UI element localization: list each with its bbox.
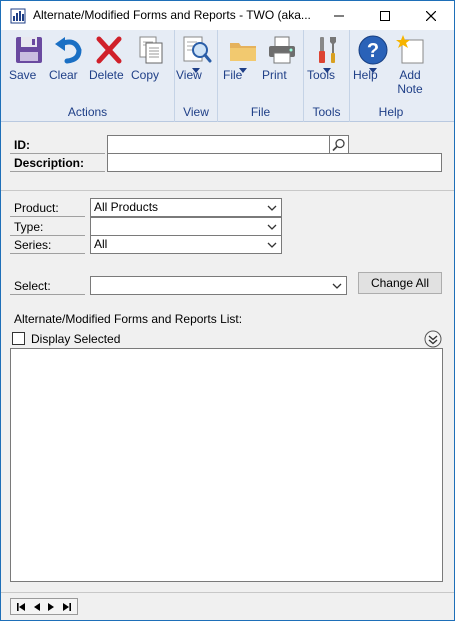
type-dropdown[interactable] [90,217,282,236]
ribbon-group-actions: Save Clear Delete Copy Actions [1,30,175,122]
type-label-underline [10,235,85,236]
copy-button[interactable]: Copy [131,34,171,82]
save-button[interactable]: Save [9,34,49,82]
maximize-icon [380,10,390,21]
expand-chevrons-icon [424,330,442,348]
window: Alternate/Modified Forms and Reports - T… [0,0,455,621]
lookup-magnifier-icon [332,138,345,151]
product-label-underline [10,216,85,217]
add-note-button[interactable]: Add Note [390,34,430,96]
file-button[interactable]: File [223,34,263,82]
description-input[interactable] [107,153,442,172]
window-title: Alternate/Modified Forms and Reports - T… [33,8,311,22]
display-selected-label: Display Selected [31,332,121,346]
select-label: Select: [14,279,51,293]
first-record-icon[interactable] [16,602,26,612]
select-label-underline [10,294,85,295]
clear-label: Clear [49,68,78,82]
id-lookup-button[interactable] [329,135,349,154]
maximize-button[interactable] [362,1,408,30]
series-dropdown[interactable]: All [90,235,282,254]
file-group-label: File [250,105,271,119]
ribbon-group-file: File Print File [218,30,304,122]
forms-reports-list[interactable] [10,348,443,582]
chevron-down-icon [267,224,277,230]
clear-button[interactable]: Clear [49,34,89,82]
minimize-button[interactable] [316,1,362,30]
description-label-underline [10,171,105,172]
ribbon: Save Clear Delete Copy Actions View View… [1,30,454,122]
type-label: Type: [14,220,44,234]
view-label: View [176,68,202,82]
delete-x-icon [96,36,122,64]
chevron-down-icon [267,242,277,248]
section-separator [1,190,454,191]
view-button[interactable]: View [176,34,216,82]
file-label: File [223,68,243,82]
record-navigation [10,598,78,615]
series-label-underline [10,253,85,254]
previous-record-icon[interactable] [33,602,41,612]
help-group-label: Help [378,105,404,119]
add-note-label: Add Note [397,68,423,96]
view-group-label: View [183,105,209,119]
magnifier-document-icon [183,36,212,63]
next-record-icon[interactable] [47,602,55,612]
save-icon [16,37,42,63]
id-label-underline [10,153,105,154]
copy-label: Copy [131,68,160,82]
last-record-icon[interactable] [62,602,72,612]
title-bar: Alternate/Modified Forms and Reports - T… [1,1,454,30]
description-label: Description: [14,156,85,170]
product-value: All Products [94,200,159,214]
copy-icon [139,36,163,64]
delete-label: Delete [89,68,124,82]
chevron-down-icon [332,283,342,289]
save-label: Save [9,68,37,82]
id-label: ID: [14,138,30,152]
undo-icon [55,37,82,64]
close-button[interactable] [408,1,454,30]
actions-group-label: Actions [67,105,108,119]
series-value: All [94,237,108,251]
help-icon: ? [358,35,388,65]
close-icon [426,10,436,21]
app-chart-icon [10,8,26,24]
change-all-button[interactable]: Change All [358,272,442,294]
help-label: Help [353,68,378,82]
tools-label: Tools [307,68,336,82]
add-note-icon [396,35,424,64]
folder-icon [230,43,256,61]
series-label: Series: [14,238,52,252]
svg-text:?: ? [367,40,379,62]
list-title: Alternate/Modified Forms and Reports Lis… [14,312,243,326]
delete-button[interactable]: Delete [89,34,129,82]
ribbon-group-help: ? Help Add Note Help [350,30,432,122]
printer-icon [269,36,295,64]
minimize-icon [334,15,344,16]
expand-list-button[interactable] [424,330,442,348]
tools-group-label: Tools [312,105,341,119]
product-dropdown[interactable]: All Products [90,198,282,217]
ribbon-group-view: View View [175,30,218,122]
print-button[interactable]: Print [262,34,302,82]
chevron-down-icon [267,205,277,211]
tools-button[interactable]: Tools [307,34,347,82]
help-button[interactable]: ? Help [353,34,393,82]
product-label: Product: [14,201,59,215]
tools-icon [319,37,336,63]
select-dropdown[interactable] [90,276,347,295]
print-label: Print [262,68,287,82]
ribbon-group-tools: Tools Tools [304,30,350,122]
id-input[interactable] [107,135,330,154]
status-bar [1,592,454,620]
display-selected-checkbox[interactable] [12,332,25,345]
